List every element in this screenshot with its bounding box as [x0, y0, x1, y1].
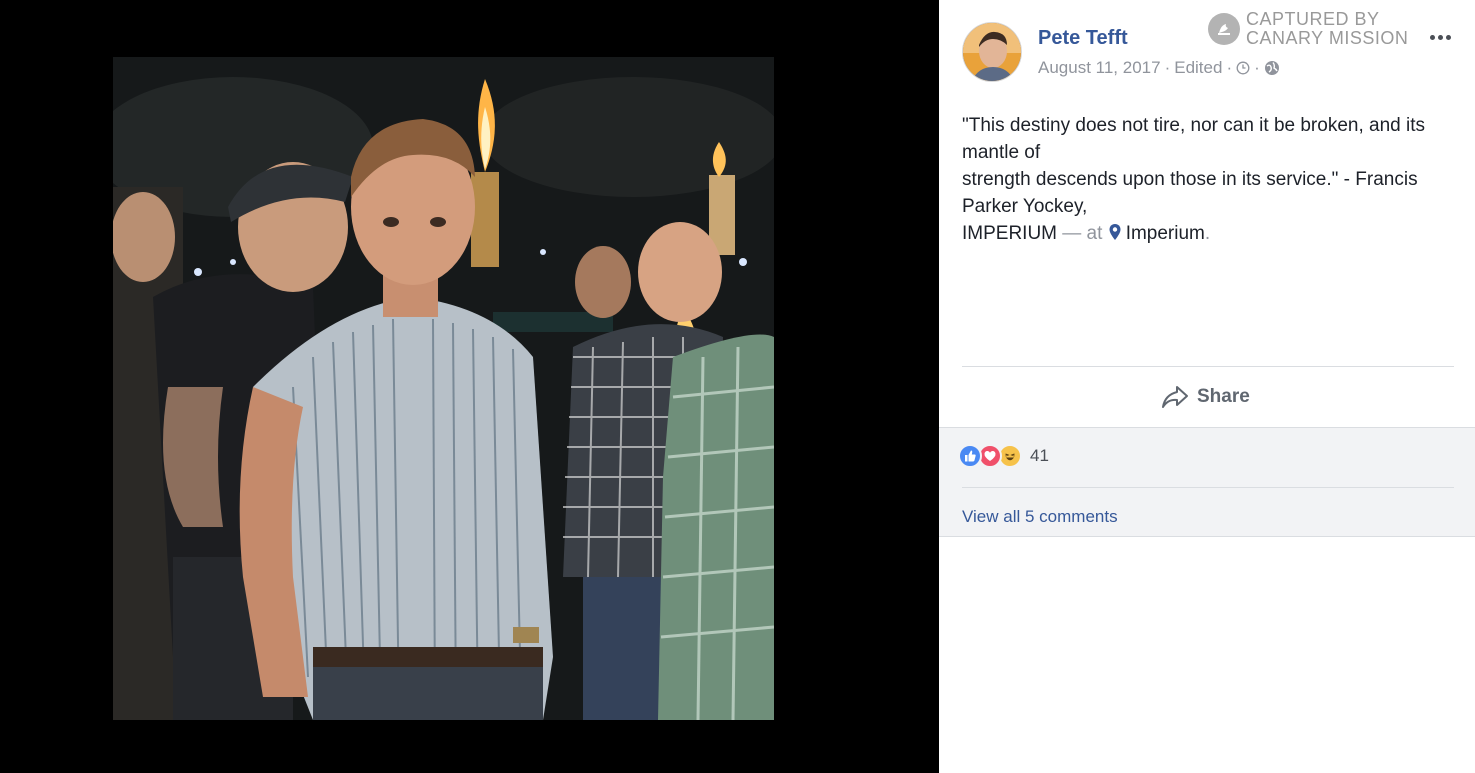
meta-separator: · [1226, 58, 1233, 77]
photo-stage[interactable] [0, 0, 939, 773]
canary-mission-logo-icon [1208, 13, 1240, 45]
post-meta: August 11, 2017 · Edited · · [1038, 58, 1280, 78]
edited-link[interactable]: Edited [1174, 58, 1222, 78]
more-dot-icon [1445, 34, 1451, 40]
view-all-comments-link[interactable]: View all 5 comments [962, 507, 1118, 527]
at-text: — at [1057, 223, 1108, 244]
feedback-section: 41 View all 5 comments [939, 427, 1475, 537]
photo-viewer: Pete Tefft August 11, 2017 · Edited · · [0, 0, 1475, 773]
post-text-imperium: IMPERIUM [962, 223, 1057, 244]
watermark-line1: CAPTURED BY [1246, 9, 1380, 29]
watermark-text: CAPTURED BY CANARY MISSION [1246, 10, 1408, 48]
post-date-link[interactable]: August 11, 2017 [1038, 58, 1161, 78]
actions-divider [962, 366, 1454, 367]
place-link[interactable]: Imperium [1108, 223, 1205, 244]
more-dot-icon [1437, 34, 1443, 40]
canary-mission-watermark: CAPTURED BY CANARY MISSION [1208, 10, 1408, 48]
watermark-line2: CANARY MISSION [1246, 28, 1409, 48]
post-text-line3: IMPERIUM — at Imperium. [962, 220, 1462, 247]
share-button[interactable]: Share [1161, 381, 1250, 413]
post-period: . [1204, 223, 1211, 244]
post-text-line2: strength descends upon those in its serv… [962, 169, 1418, 217]
post-text-line1: "This destiny does not tire, nor can it … [962, 115, 1425, 163]
post-photo [113, 57, 774, 720]
meta-separator: · [1164, 58, 1171, 77]
like-reaction-icon [958, 444, 982, 468]
reactions-summary[interactable]: 41 [958, 444, 1049, 468]
reaction-count: 41 [1030, 446, 1049, 465]
location-pin-icon [1109, 224, 1121, 240]
author-avatar[interactable] [962, 22, 1022, 82]
post-text: "This destiny does not tire, nor can it … [962, 112, 1462, 247]
place-name: Imperium [1125, 223, 1205, 244]
meta-separator: · [1254, 58, 1260, 77]
share-arrow-icon [1162, 386, 1188, 408]
clock-icon[interactable] [1236, 61, 1250, 75]
author-name-link[interactable]: Pete Tefft [1038, 27, 1128, 50]
globe-icon[interactable] [1264, 60, 1280, 76]
share-label: Share [1197, 386, 1250, 407]
comments-divider [962, 487, 1454, 488]
more-options-button[interactable] [1427, 24, 1453, 50]
post-sidebar: Pete Tefft August 11, 2017 · Edited · · [939, 0, 1475, 773]
more-dot-icon [1429, 34, 1435, 40]
